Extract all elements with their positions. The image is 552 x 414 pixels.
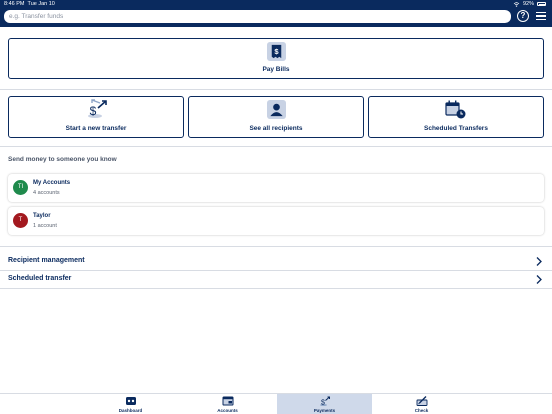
search-placeholder: e.g. Transfer funds xyxy=(9,13,64,20)
contact-name: My Accounts xyxy=(33,180,71,186)
status-bar: 8:46 PM Tue Jan 10 92% xyxy=(0,0,552,8)
pay-bills-button[interactable]: $ Pay Bills xyxy=(8,38,544,79)
tab-payments[interactable]: $ Payments xyxy=(277,394,372,414)
new-transfer-button[interactable]: $ Start a new transfer xyxy=(8,96,184,138)
tab-dashboard[interactable]: Dashboard xyxy=(83,394,178,414)
svg-text:$: $ xyxy=(321,400,325,407)
contact-card-taylor[interactable]: T Taylor 1 account xyxy=(8,207,544,235)
app-header: 8:46 PM Tue Jan 10 92% e.g. Transfer fun… xyxy=(0,0,552,27)
contact-account-count: 4 accounts xyxy=(33,190,60,196)
status-time: 8:46 PM Tue Jan 10 xyxy=(4,1,55,7)
scheduled-transfer-link[interactable]: Scheduled transfer xyxy=(0,271,552,288)
pay-bills-label: Pay Bills xyxy=(262,66,290,73)
divider xyxy=(0,89,552,90)
all-recipients-button[interactable]: See all recipients xyxy=(188,96,364,138)
tab-check[interactable]: Check xyxy=(374,394,469,414)
contact-card-my-accounts[interactable]: TI My Accounts 4 accounts xyxy=(8,174,544,202)
scheduled-transfers-button[interactable]: Scheduled Transfers xyxy=(368,96,544,138)
divider xyxy=(0,288,552,289)
tab-bar: Dashboard Accounts $ Payments Check xyxy=(0,393,552,414)
contact-account-count: 1 account xyxy=(33,223,57,229)
accounts-icon xyxy=(222,396,233,406)
check-deposit-icon xyxy=(416,396,427,406)
calendar-clock-icon xyxy=(445,100,466,119)
scheduled-transfer-label: Scheduled transfer xyxy=(8,275,72,282)
contact-name: Taylor xyxy=(33,213,51,219)
chevron-right-icon xyxy=(536,257,542,266)
dashboard-icon xyxy=(125,397,136,405)
status-indicators: 92% xyxy=(513,1,546,7)
bill-icon: $ xyxy=(267,42,286,61)
svg-text:$: $ xyxy=(90,104,97,118)
menu-icon[interactable] xyxy=(536,12,546,20)
divider xyxy=(0,146,552,147)
recipient-management-link[interactable]: Recipient management xyxy=(0,253,552,270)
tab-label: Check xyxy=(414,408,429,413)
tab-label: Accounts xyxy=(217,408,238,413)
all-recipients-label: See all recipients xyxy=(249,125,303,132)
chevron-right-icon xyxy=(536,275,542,284)
scheduled-transfers-label: Scheduled Transfers xyxy=(424,125,488,132)
divider xyxy=(0,246,552,247)
tab-label: Payments xyxy=(313,408,336,413)
payments-icon: $ xyxy=(319,396,330,406)
avatar: T xyxy=(13,213,28,228)
battery-icon xyxy=(537,2,546,6)
avatar: TI xyxy=(13,180,28,195)
transfer-icon: $ xyxy=(88,99,107,118)
tab-label: Dashboard xyxy=(118,408,143,413)
search-input[interactable]: e.g. Transfer funds xyxy=(4,10,511,23)
wifi-icon xyxy=(513,1,520,7)
section-title: Send money to someone you know xyxy=(8,156,117,163)
tab-accounts[interactable]: Accounts xyxy=(180,394,275,414)
new-transfer-label: Start a new transfer xyxy=(65,125,127,132)
recipient-management-label: Recipient management xyxy=(8,257,85,264)
battery-percent: 92% xyxy=(522,1,534,7)
help-icon[interactable]: ? xyxy=(517,10,529,22)
recipient-icon xyxy=(267,100,286,119)
